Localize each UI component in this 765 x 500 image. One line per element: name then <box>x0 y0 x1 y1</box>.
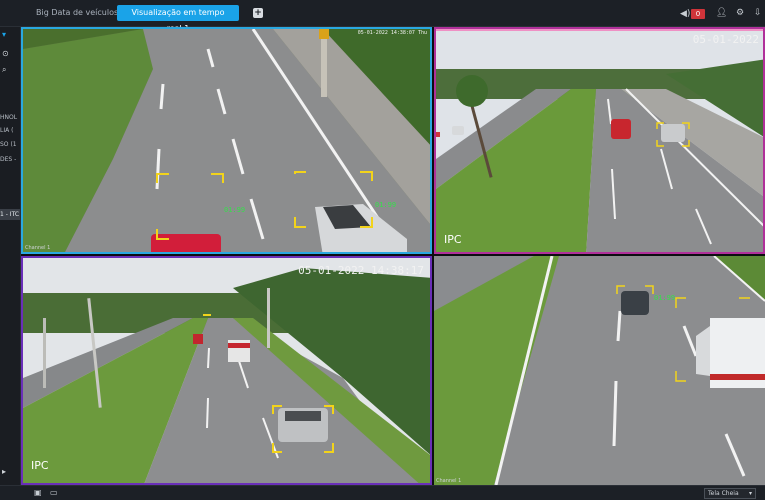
camera-4-feed: 01:99 <box>434 256 765 485</box>
refresh-icon[interactable]: ⊙ <box>2 49 12 59</box>
chevron-down-icon[interactable]: ▾ <box>2 30 12 40</box>
camera-1-feed: 01:99 01:99 <box>23 29 430 252</box>
detection-label: 01:99 <box>654 294 675 302</box>
top-bar: Big Data de veículos Visualização em tem… <box>0 0 765 33</box>
alarm-indicator[interactable]: ◀) 0 <box>680 8 706 20</box>
view-mode-select[interactable]: Tela Cheia ▾ <box>704 488 756 499</box>
camera-channel-name: Channel 1 <box>436 478 462 484</box>
search-icon[interactable]: ⌕ <box>2 65 12 75</box>
view-mode-value: Tela Cheia <box>708 490 739 497</box>
collapse-sidebar-icon[interactable]: ▸ <box>2 467 12 477</box>
detection-label: 01:99 <box>224 206 245 214</box>
detection-label: 01:99 <box>375 201 396 209</box>
device-tree-item[interactable]: HNOL <box>0 114 17 121</box>
device-tree-item-selected-label: 1 - ITC <box>0 211 20 218</box>
chevron-down-icon: ▾ <box>748 490 752 497</box>
bottom-toolbar: ▣ ▭ Tela Cheia ▾ <box>0 485 765 500</box>
device-tree-sidebar: ▾ ⊙ ⌕ HNOL LIA ( SO (1 DES - 1 - ITC ▸ <box>0 27 21 485</box>
tab-vehicle-big-data[interactable]: Big Data de veículos <box>28 5 126 21</box>
download-icon[interactable]: ⇩ <box>754 7 762 20</box>
user-icon[interactable]: 👤︎ <box>716 7 727 20</box>
device-tree-item[interactable]: DES - <box>0 156 16 163</box>
camera-channel-name: Channel 1 <box>25 245 51 251</box>
live-view-grid: 01:99 01:99 05-01-2022 14:38:07 Thu Chan… <box>21 27 765 485</box>
monitor-icon[interactable]: ▭ <box>50 488 60 498</box>
gear-icon[interactable]: ⚙ <box>736 7 744 20</box>
device-tree-item[interactable]: LIA ( <box>0 127 13 134</box>
save-icon[interactable]: ▣ <box>34 488 44 498</box>
camera-tile-1[interactable]: 01:99 01:99 05-01-2022 14:38:07 Thu Chan… <box>21 27 432 254</box>
camera-timestamp: 05-01-2022 <box>692 33 759 46</box>
camera-tile-4[interactable]: 01:99 Channel 1 <box>434 256 765 485</box>
speaker-icon: ◀) <box>680 9 691 19</box>
camera-2-feed <box>436 29 763 252</box>
alarm-count-badge: 0 <box>691 9 705 19</box>
camera-tile-3[interactable]: 05-01-2022 14:38:17 IPC <box>21 256 432 485</box>
camera-timestamp: 05-01-2022 14:38:17 <box>298 264 424 277</box>
camera-tile-2[interactable]: 05-01-2022 IPC <box>434 27 765 254</box>
camera-3-feed <box>23 258 430 483</box>
camera-timestamp: 05-01-2022 14:38:07 Thu <box>357 30 427 36</box>
device-tree-item[interactable]: SO (1 <box>0 141 17 148</box>
camera-label: IPC <box>31 459 49 472</box>
tab-realtime-view[interactable]: Visualização em tempo real 1 <box>117 5 239 33</box>
camera-label: IPC <box>444 233 462 246</box>
add-tab-button[interactable]: + <box>253 8 263 18</box>
